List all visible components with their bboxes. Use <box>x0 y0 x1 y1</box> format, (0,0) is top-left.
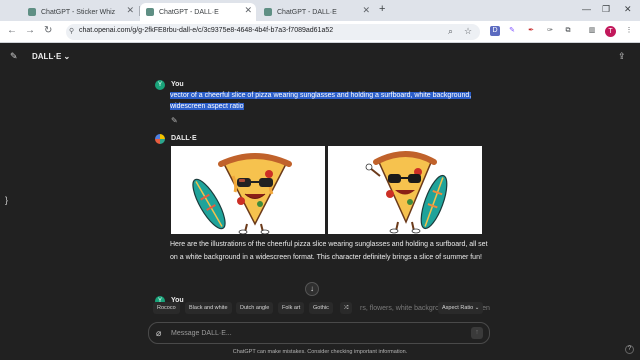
user-avatar: Y <box>155 80 165 90</box>
minimize-icon[interactable]: — <box>582 4 591 14</box>
shuffle-icon[interactable]: ⤮ <box>340 302 353 314</box>
pen-extension-icon[interactable]: ✎ <box>507 26 517 36</box>
tab-dalle-active[interactable]: ChatGPT - DALL·E ✕ <box>140 3 256 21</box>
message-input[interactable] <box>171 327 461 339</box>
chip-gothic[interactable]: Gothic <box>309 302 333 314</box>
window-close-icon[interactable]: ✕ <box>624 4 632 15</box>
disclaimer-text: ChatGPT can make mistakes. Consider chec… <box>232 349 408 355</box>
send-button[interactable]: ↑ <box>471 327 483 339</box>
chatgpt-favicon-icon <box>28 8 36 16</box>
pizza-surfer-image-1 <box>171 146 325 235</box>
tab-strip: ChatGPT - Sticker Whiz ✕ ChatGPT - DALL·… <box>0 0 640 21</box>
message-composer: ⌀ ↑ <box>148 322 490 344</box>
assistant-reply: Here are the illustrations of the cheerf… <box>170 241 488 261</box>
chat-app: ✎ DALL·E ⌄ ⇪ } Y You vector of a cheerfu… <box>0 44 640 360</box>
help-icon[interactable]: ? <box>625 345 634 354</box>
new-chat-icon[interactable]: ✎ <box>10 51 22 63</box>
chatgpt-favicon-icon <box>264 8 272 16</box>
eyedropper-icon[interactable]: ✑ <box>545 26 555 36</box>
tab-dalle[interactable]: ChatGPT - DALL·E ✕ <box>258 3 374 21</box>
user-name: You <box>171 81 184 88</box>
tab-label: ChatGPT - DALL·E <box>159 8 219 16</box>
profile-avatar[interactable]: T <box>605 26 616 37</box>
maximize-icon[interactable]: ❐ <box>602 4 610 15</box>
close-tab-icon[interactable]: ✕ <box>126 5 134 16</box>
sidebar-icon[interactable]: ▥ <box>587 26 597 36</box>
chip-dutch-angle[interactable]: Dutch angle <box>236 302 274 314</box>
puzzle-icon[interactable]: ⧉ <box>563 26 573 36</box>
chip-black-and-white[interactable]: Black and white <box>185 302 232 314</box>
address-toolbar: ← → ↻ ⚲ chat.openai.com/g/g-2fkFE8rbu-da… <box>0 21 640 43</box>
generated-image-2[interactable] <box>328 146 482 234</box>
edit-message-icon[interactable]: ✎ <box>171 116 178 125</box>
scroll-down-button[interactable]: ↓ <box>305 282 319 296</box>
chip-rococo[interactable]: Rococo <box>153 302 180 314</box>
aspect-ratio-dropdown[interactable]: Aspect Ratio ⌄ <box>438 302 484 314</box>
prompt-text: vector of a cheerful slice of pizza wear… <box>170 92 472 110</box>
generated-image-1[interactable] <box>171 146 325 235</box>
address-bar[interactable]: ⚲ chat.openai.com/g/g-2fkFE8rbu-dall-e/c… <box>66 24 480 40</box>
forward-icon[interactable]: → <box>25 25 35 36</box>
reload-icon[interactable]: ↻ <box>44 25 52 36</box>
chat-header: ✎ DALL·E ⌄ ⇪ <box>0 44 640 70</box>
new-tab-button[interactable]: + <box>379 3 385 15</box>
pizza-surfer-image-2 <box>328 146 482 234</box>
sidebar-toggle-icon[interactable]: } <box>5 195 8 205</box>
model-selector[interactable]: DALL·E ⌄ <box>32 52 70 61</box>
dalle-avatar <box>155 134 165 144</box>
zoom-icon[interactable]: ⌕ <box>448 26 453 37</box>
star-icon[interactable]: ☆ <box>464 26 472 37</box>
tab-label: ChatGPT - DALL·E <box>277 8 337 16</box>
chatgpt-favicon-icon <box>146 8 154 16</box>
menu-icon[interactable]: ⋮ <box>624 26 634 36</box>
style-chips: Rococo Black and white Dutch angle Folk … <box>150 302 486 316</box>
tab-sticker-whiz[interactable]: ChatGPT - Sticker Whiz ✕ <box>22 3 138 21</box>
chip-folk-art[interactable]: Folk art <box>278 302 305 314</box>
url-text[interactable]: chat.openai.com/g/g-2fkFE8rbu-dall-e/c/3… <box>79 27 333 34</box>
tab-label: ChatGPT - Sticker Whiz <box>41 8 116 16</box>
close-tab-icon[interactable]: ✕ <box>244 5 252 16</box>
share-icon[interactable]: ⇪ <box>618 51 626 62</box>
user-prompt: vector of a cheerful slice of pizza wear… <box>170 91 488 112</box>
paperclip-icon[interactable]: ⌀ <box>156 328 161 339</box>
close-tab-icon[interactable]: ✕ <box>362 5 370 16</box>
extension-icon[interactable]: D <box>490 26 500 36</box>
pen-tool-icon[interactable]: ✒ <box>526 26 536 36</box>
back-icon[interactable]: ← <box>7 25 17 36</box>
assistant-name: DALL·E <box>171 135 197 142</box>
site-info-icon[interactable]: ⚲ <box>69 27 74 35</box>
